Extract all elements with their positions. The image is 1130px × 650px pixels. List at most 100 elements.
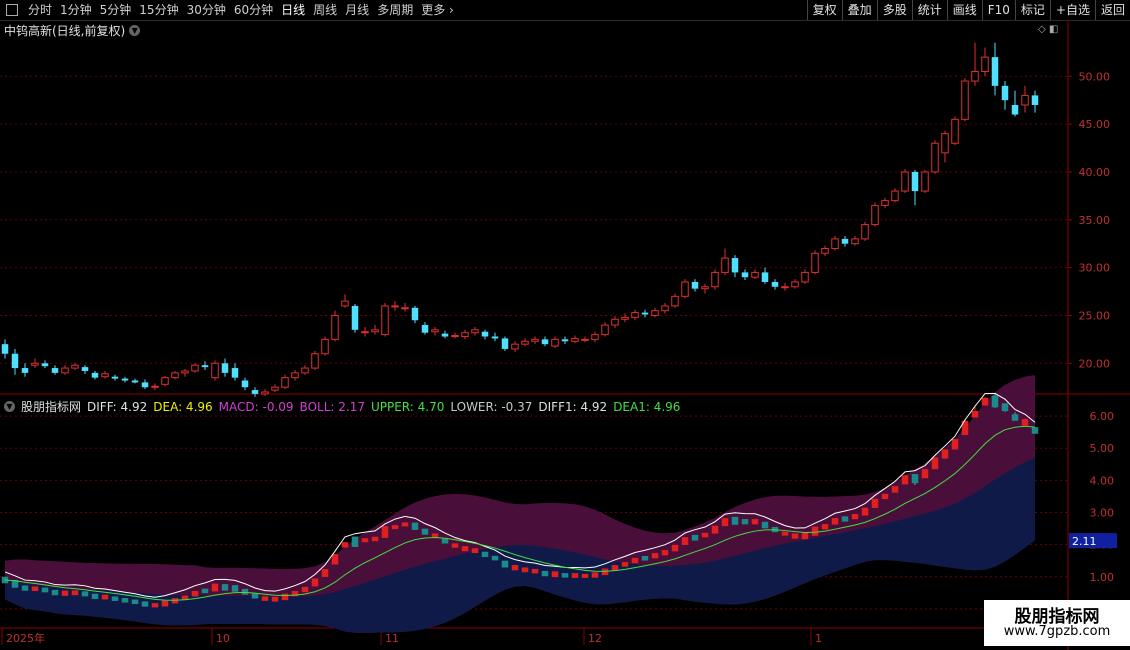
indicator-candle-body: [781, 531, 789, 536]
price-tick-label: 20.00: [1079, 357, 1111, 370]
price-candle-body: [201, 365, 209, 368]
indicator-candle-body: [651, 553, 659, 559]
price-candle-body: [71, 364, 79, 369]
price-candle-body: [881, 200, 889, 206]
price-candle-body: [991, 57, 999, 86]
price-candle-body: [551, 338, 559, 347]
indicator-candle-body: [211, 583, 219, 592]
indicator-candle-body: [551, 571, 559, 578]
price-candle-body: [361, 331, 369, 334]
price-candle-body: [91, 372, 99, 378]
price-candle-body: [41, 363, 49, 367]
price-candle-body: [591, 334, 599, 340]
chart-canvas: 50.00 45.00 40.00 35.00 30.00 25.00 20.00 6.00 5…: [0, 20, 1130, 650]
price-candle-body: [791, 281, 799, 288]
price-candle-body: [681, 281, 689, 297]
indicator-candle-body: [441, 538, 449, 544]
indicator-candle-body: [821, 524, 829, 530]
indicator-candle-body: [131, 599, 139, 605]
indicator-candle-body: [701, 532, 709, 538]
indicator-candle-body: [251, 593, 259, 599]
price-candle-body: [431, 329, 439, 333]
indicator-candle-body: [91, 593, 99, 599]
date-tick-label: 10: [216, 632, 230, 645]
price-candle-body: [31, 362, 39, 366]
price-candle-body: [801, 271, 809, 283]
indicator-candle-body: [71, 590, 79, 596]
indicator-candle-body: [931, 457, 939, 470]
price-candle-body: [1031, 95, 1039, 105]
indicator-tick-label: 6.00: [1090, 410, 1115, 423]
price-candle-body: [971, 70, 979, 82]
price-candle-body: [631, 312, 639, 318]
price-candle-body: [601, 324, 609, 336]
price-candle-body: [1011, 104, 1019, 115]
indicator-candle-body: [471, 548, 479, 554]
indicator-candle-body: [631, 557, 639, 564]
price-candle-body: [511, 343, 519, 350]
price-candle-body: [181, 370, 189, 374]
price-candle-body: [641, 312, 649, 315]
price-candle-body: [941, 133, 949, 154]
price-candle-body: [61, 367, 69, 374]
price-candle-body: [561, 339, 569, 342]
indicator-tick-label: 5.00: [1090, 442, 1115, 455]
indicator-candle-body: [301, 586, 309, 593]
indicator-candle-body: [151, 603, 159, 608]
indicator-candle-body: [891, 486, 899, 493]
indicator-candle-body: [541, 570, 549, 577]
price-candle-body: [131, 380, 139, 383]
price-candle-body: [311, 353, 319, 369]
indicator-candle-body: [261, 596, 269, 601]
price-candle-body: [341, 300, 349, 307]
indicator-tick-label: 4.00: [1090, 474, 1115, 487]
indicator-candle-body: [21, 585, 29, 591]
indicator-candle-body: [561, 573, 569, 578]
indicator-candle-body: [691, 534, 699, 541]
price-tick-label: 35.00: [1079, 214, 1111, 227]
price-candle-body: [701, 286, 709, 290]
price-candle-body: [751, 271, 759, 278]
price-candle-body: [711, 271, 719, 288]
price-candle-body: [111, 376, 119, 379]
indicator-candle-body: [841, 516, 849, 522]
price-candle-body: [441, 333, 449, 337]
indicator-candle-body: [991, 395, 999, 408]
price-candle-body: [451, 335, 459, 338]
indicator-candle-body: [811, 526, 819, 536]
price-candle-body: [781, 286, 789, 289]
price-candle-body: [761, 272, 769, 282]
indicator-candle-body: [641, 556, 649, 561]
indicator-candle-body: [591, 572, 599, 578]
indicator-candle-body: [971, 410, 979, 418]
indicator-candle-body: [391, 525, 399, 530]
price-candle-body: [251, 390, 259, 394]
indicator-candle-body: [321, 569, 329, 577]
indicator-candle-body: [711, 525, 719, 534]
indicator-candle-body: [201, 588, 209, 594]
price-candle-body: [731, 258, 739, 273]
indicator-candle-body: [1031, 427, 1039, 434]
date-tick-label: 2025年: [6, 631, 45, 645]
indicator-candle-body: [421, 528, 429, 535]
indicator-candle-body: [911, 474, 919, 484]
price-candle-body: [811, 252, 819, 273]
indicator-candle-body: [1011, 414, 1019, 421]
indicator-candle-body: [741, 519, 749, 525]
price-tick-label: 40.00: [1079, 166, 1111, 179]
price-candle-body: [611, 318, 619, 326]
price-candle-body: [1, 344, 9, 354]
indicator-candle-body: [791, 533, 799, 539]
price-candle-body: [841, 238, 849, 244]
price-candle-body: [51, 368, 59, 373]
price-candle-body: [771, 281, 779, 287]
price-candle-body: [861, 224, 869, 240]
indicator-candle-body: [271, 596, 279, 602]
indicator-candle-body: [511, 565, 519, 571]
indicator-candle-body: [311, 578, 319, 587]
indicator-candle-body: [351, 536, 359, 547]
watermark: 股朋指标网 www.7gpzb.com: [984, 600, 1130, 646]
indicator-candle-body: [281, 593, 289, 601]
price-candle-body: [281, 377, 289, 388]
indicator-candle-body: [621, 562, 629, 567]
